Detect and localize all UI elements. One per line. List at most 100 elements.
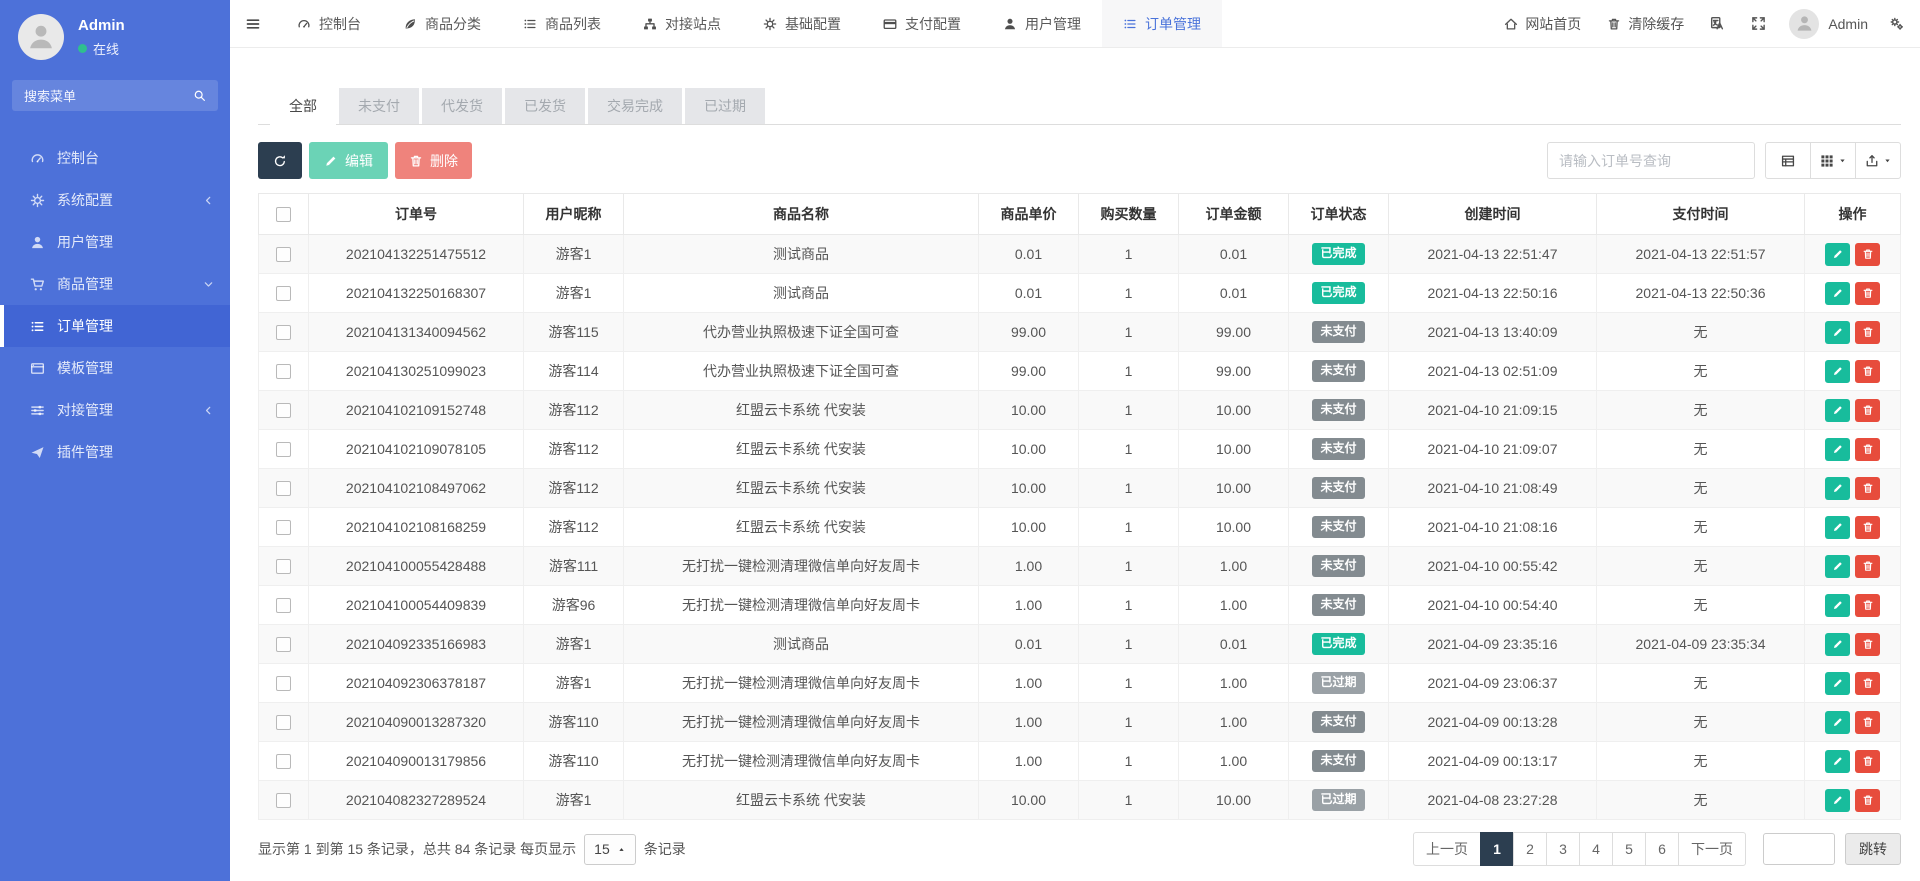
row-checkbox[interactable]	[276, 676, 291, 691]
select-all-checkbox[interactable]	[276, 207, 291, 222]
topnav-username[interactable]: Admin	[1828, 16, 1868, 32]
page-4[interactable]: 4	[1579, 832, 1613, 866]
row-edit-button[interactable]	[1825, 672, 1850, 695]
row-edit-button[interactable]	[1825, 594, 1850, 617]
page-size-select[interactable]: 15	[584, 834, 636, 865]
columns-button[interactable]	[1810, 142, 1856, 179]
page-3[interactable]: 3	[1546, 832, 1580, 866]
row-checkbox[interactable]	[276, 559, 291, 574]
row-edit-button[interactable]	[1825, 633, 1850, 656]
row-edit-button[interactable]	[1825, 711, 1850, 734]
top-nav-item-商品列表[interactable]: 商品列表	[502, 0, 622, 47]
row-delete-button[interactable]	[1855, 555, 1880, 578]
tab-已发货[interactable]: 已发货	[505, 88, 585, 124]
row-checkbox[interactable]	[276, 793, 291, 808]
page-2[interactable]: 2	[1513, 832, 1547, 866]
row-checkbox[interactable]	[276, 715, 291, 730]
user-avatar[interactable]	[18, 14, 64, 60]
sidebar-item-对接管理[interactable]: 对接管理	[0, 389, 230, 431]
top-nav-item-商品分类[interactable]: 商品分类	[382, 0, 502, 47]
row-delete-button[interactable]	[1855, 672, 1880, 695]
sidebar-item-订单管理[interactable]: 订单管理	[0, 305, 230, 347]
detail-view-button[interactable]	[1765, 142, 1811, 179]
row-edit-button[interactable]	[1825, 750, 1850, 773]
sidebar-item-用户管理[interactable]: 用户管理	[0, 221, 230, 263]
sidebar-item-系统配置[interactable]: 系统配置	[0, 179, 230, 221]
export-button[interactable]	[1855, 142, 1901, 179]
row-edit-button[interactable]	[1825, 360, 1850, 383]
tab-全部[interactable]: 全部	[270, 88, 336, 125]
row-edit-button[interactable]	[1825, 438, 1850, 461]
row-checkbox[interactable]	[276, 598, 291, 613]
site-home-link[interactable]: 网站首页	[1491, 0, 1594, 47]
row-checkbox[interactable]	[276, 520, 291, 535]
refresh-button[interactable]	[258, 142, 302, 179]
row-delete-button[interactable]	[1855, 633, 1880, 656]
tab-未支付[interactable]: 未支付	[339, 88, 419, 124]
clear-cache-link[interactable]: 清除缓存	[1594, 0, 1697, 47]
row-delete-button[interactable]	[1855, 321, 1880, 344]
sidebar-item-插件管理[interactable]: 插件管理	[0, 431, 230, 473]
page-5[interactable]: 5	[1612, 832, 1646, 866]
sidebar-item-控制台[interactable]: 控制台	[0, 137, 230, 179]
row-delete-button[interactable]	[1855, 360, 1880, 383]
row-edit-button[interactable]	[1825, 321, 1850, 344]
column-header-购买数量: 购买数量	[1079, 194, 1179, 235]
fullscreen-button[interactable]	[1738, 16, 1779, 31]
row-checkbox[interactable]	[276, 247, 291, 262]
row-checkbox[interactable]	[276, 754, 291, 769]
page-prev[interactable]: 上一页	[1413, 832, 1481, 866]
row-checkbox[interactable]	[276, 637, 291, 652]
tab-代发货[interactable]: 代发货	[422, 88, 502, 124]
sidebar-item-模板管理[interactable]: 模板管理	[0, 347, 230, 389]
order-search-input[interactable]	[1547, 142, 1755, 179]
row-checkbox[interactable]	[276, 364, 291, 379]
row-checkbox[interactable]	[276, 481, 291, 496]
row-edit-button[interactable]	[1825, 282, 1850, 305]
row-checkbox[interactable]	[276, 286, 291, 301]
page-6[interactable]: 6	[1645, 832, 1679, 866]
sidebar-toggle-button[interactable]	[230, 0, 276, 47]
row-edit-button[interactable]	[1825, 243, 1850, 266]
row-delete-button[interactable]	[1855, 282, 1880, 305]
top-nav-item-控制台[interactable]: 控制台	[276, 0, 382, 47]
row-edit-button[interactable]	[1825, 555, 1850, 578]
sidebar-item-商品管理[interactable]: 商品管理	[0, 263, 230, 305]
row-delete-button[interactable]	[1855, 750, 1880, 773]
edit-button[interactable]: 编辑	[309, 142, 388, 179]
top-nav-item-基础配置[interactable]: 基础配置	[742, 0, 862, 47]
delete-button[interactable]: 删除	[395, 142, 472, 179]
topnav-avatar[interactable]	[1789, 9, 1819, 39]
top-nav-item-支付配置[interactable]: 支付配置	[862, 0, 982, 47]
tab-交易完成[interactable]: 交易完成	[588, 88, 682, 124]
sidebar-menu: 控制台系统配置用户管理商品管理订单管理模板管理对接管理插件管理	[0, 137, 230, 473]
row-delete-button[interactable]	[1855, 477, 1880, 500]
language-button[interactable]	[1697, 16, 1738, 31]
row-delete-button[interactable]	[1855, 399, 1880, 422]
page-1[interactable]: 1	[1480, 832, 1514, 866]
row-delete-button[interactable]	[1855, 516, 1880, 539]
settings-button[interactable]	[1876, 16, 1917, 31]
row-edit-button[interactable]	[1825, 516, 1850, 539]
row-delete-button[interactable]	[1855, 438, 1880, 461]
sidebar-search-input[interactable]: 搜索菜单	[12, 80, 218, 111]
jump-page-input[interactable]	[1763, 833, 1835, 865]
row-delete-button[interactable]	[1855, 789, 1880, 812]
top-nav-item-对接站点[interactable]: 对接站点	[622, 0, 742, 47]
cell-quantity: 1	[1079, 469, 1179, 508]
row-checkbox[interactable]	[276, 325, 291, 340]
cell-actions	[1805, 235, 1901, 274]
row-checkbox[interactable]	[276, 403, 291, 418]
row-delete-button[interactable]	[1855, 243, 1880, 266]
tab-已过期[interactable]: 已过期	[685, 88, 765, 124]
top-nav-item-订单管理[interactable]: 订单管理	[1102, 0, 1222, 47]
jump-button[interactable]: 跳转	[1845, 833, 1901, 865]
page-next[interactable]: 下一页	[1678, 832, 1746, 866]
row-delete-button[interactable]	[1855, 711, 1880, 734]
row-edit-button[interactable]	[1825, 399, 1850, 422]
top-nav-item-用户管理[interactable]: 用户管理	[982, 0, 1102, 47]
row-edit-button[interactable]	[1825, 477, 1850, 500]
row-checkbox[interactable]	[276, 442, 291, 457]
row-edit-button[interactable]	[1825, 789, 1850, 812]
row-delete-button[interactable]	[1855, 594, 1880, 617]
